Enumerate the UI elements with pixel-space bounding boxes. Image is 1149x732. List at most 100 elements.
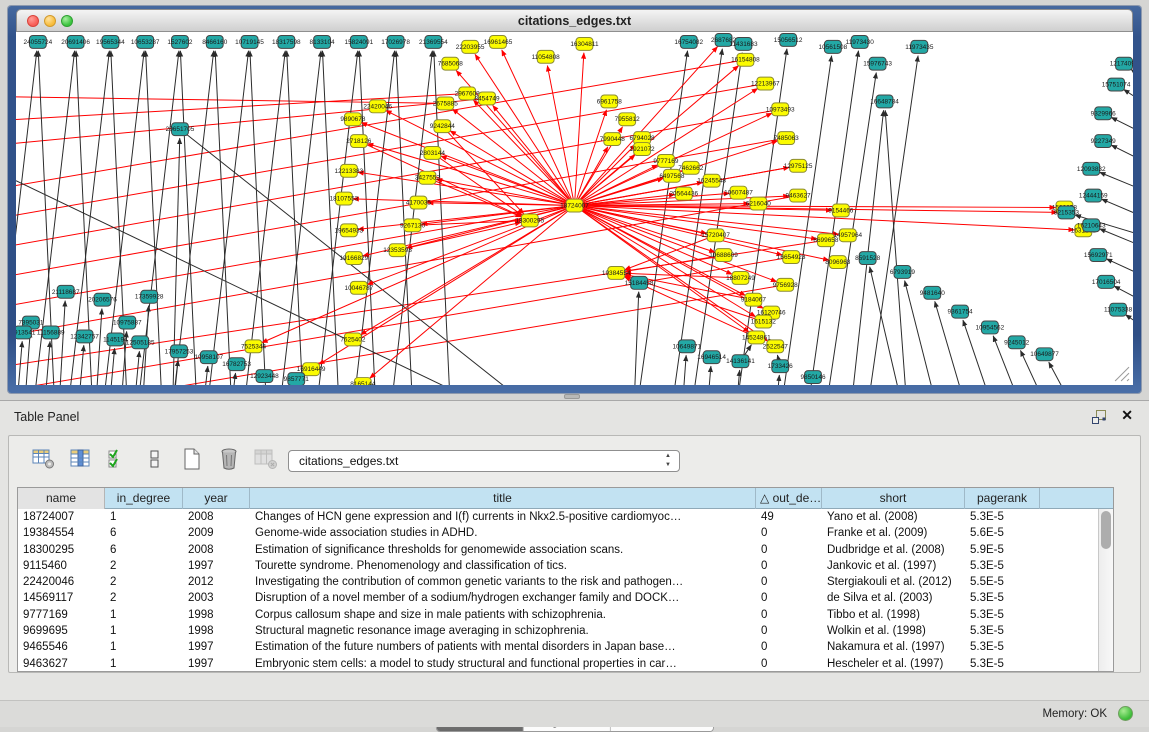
table-cell: 6	[105, 525, 183, 541]
graph-edge[interactable]	[16, 240, 826, 369]
graph-edge[interactable]	[1101, 199, 1133, 223]
table-cell: Embryonic stem cells: a model to study s…	[250, 656, 756, 672]
column-header-year[interactable]: year	[183, 488, 250, 509]
column-header-out_de[interactable]: △ out_de…	[756, 488, 822, 509]
graph-edge[interactable]	[215, 51, 232, 385]
graph-edge[interactable]	[706, 366, 711, 385]
graph-node-label: 7685068	[438, 61, 464, 68]
column-header-short[interactable]: short	[822, 488, 965, 509]
network-canvas[interactable]: 1872400722420046271812612213383181075531…	[16, 32, 1133, 385]
vertical-scrollbar[interactable]	[1098, 509, 1113, 671]
table-select-dropdown[interactable]: citations_edges.txt ▲▼	[288, 450, 680, 472]
graph-edge[interactable]	[171, 360, 178, 385]
row-height-button[interactable]	[142, 446, 168, 472]
table-cell: 5.3E-5	[965, 639, 1040, 655]
graph-edge[interactable]	[885, 110, 908, 385]
close-panel-icon[interactable]: ✕	[1121, 407, 1133, 424]
column-header-name[interactable]: name	[18, 488, 105, 509]
graph-edge[interactable]	[1124, 89, 1133, 112]
table-panel: Table Panel ✕	[0, 400, 1149, 700]
graph-edge[interactable]	[16, 285, 785, 385]
graph-edge[interactable]	[146, 51, 163, 385]
table-settings-button[interactable]	[31, 446, 57, 472]
table-cell: Stergiakouli et al. (2012)	[822, 574, 965, 590]
scrollbar-thumb[interactable]	[1101, 511, 1111, 549]
table-row[interactable]: 977716911998Corpus callosum shape and si…	[18, 607, 1113, 623]
graph-edge[interactable]	[575, 47, 718, 206]
graph-edge[interactable]	[633, 292, 639, 385]
panel-splitter-handle[interactable]	[564, 394, 580, 399]
graph-edge[interactable]	[1049, 362, 1085, 385]
table-row[interactable]: 946362711997Embryonic stem cells: a mode…	[18, 656, 1113, 672]
table-cell: Disruption of a novel member of a sodium…	[250, 590, 756, 606]
graph-edge[interactable]	[23, 331, 30, 385]
graph-edge[interactable]	[361, 123, 574, 206]
citation-graph[interactable]: 1872400722420046271812612213383181075531…	[16, 32, 1133, 385]
graph-node-label: 9227349	[1091, 138, 1117, 145]
network-titlebar[interactable]: citations_edges.txt	[16, 9, 1133, 32]
graph-node-label: 17957253	[165, 348, 194, 355]
table-cell: Hescheler et al. (1997)	[822, 656, 965, 672]
graph-node-label: 6794028	[630, 135, 656, 142]
graph-node-label: 9777169	[653, 158, 679, 165]
graph-edge[interactable]	[43, 341, 50, 385]
table-cell: 0	[756, 607, 822, 623]
graph-node-label: 16304811	[570, 41, 599, 48]
graph-node-label: 18107553	[330, 196, 359, 203]
graph-node-label: 20691406	[61, 39, 90, 46]
graph-edge[interactable]	[135, 51, 179, 385]
graph-node-label: 2718126	[346, 138, 372, 145]
memory-ok-icon[interactable]	[1118, 706, 1133, 721]
graph-node-label: 10958107	[194, 354, 223, 361]
graph-node-label: 10046787	[345, 285, 374, 292]
table-row[interactable]: 1872400712008Changes of HCN gene express…	[18, 509, 1113, 525]
graph-node-label: 10649871	[672, 343, 701, 350]
table-row[interactable]: 1938455462009Genome-wide association stu…	[18, 525, 1113, 541]
graph-edge[interactable]	[16, 341, 22, 385]
table-row[interactable]: 969969511998Structural magnetic resonanc…	[18, 623, 1113, 639]
graph-edge[interactable]	[1131, 69, 1133, 91]
graph-edge[interactable]	[575, 206, 716, 253]
graph-edge[interactable]	[16, 181, 533, 385]
graph-edge[interactable]	[396, 51, 413, 385]
show-column-button[interactable]	[68, 446, 94, 472]
new-table-button[interactable]	[179, 446, 205, 472]
graph-node-label: 7990448	[600, 136, 626, 143]
float-panel-icon[interactable]	[1091, 409, 1107, 425]
select-columns-button[interactable]	[105, 446, 131, 472]
table-cell: Genome-wide association studies in ADHD.	[250, 525, 756, 541]
table-cell: 5.3E-5	[965, 623, 1040, 639]
delete-rows-button[interactable]	[216, 446, 242, 472]
graph-edge[interactable]	[107, 348, 114, 385]
graph-edge[interactable]	[870, 267, 908, 385]
graph-edge[interactable]	[1125, 315, 1133, 338]
table-cell: 2	[105, 558, 183, 574]
table-row[interactable]: 2242004622012Investigating the contribut…	[18, 574, 1113, 590]
graph-edge[interactable]	[681, 355, 686, 385]
graph-node-label: 19565344	[96, 39, 125, 46]
graph-edge[interactable]	[774, 375, 779, 385]
table-row[interactable]: 1456911722003Disruption of a novel membe…	[18, 590, 1113, 606]
graph-edge[interactable]	[849, 110, 884, 385]
graph-edge[interactable]	[734, 370, 739, 385]
column-header-title[interactable]: title	[250, 488, 756, 509]
graph-edge[interactable]	[58, 301, 65, 385]
table-select-value: citations_edges.txt	[299, 454, 398, 468]
table-row[interactable]: 1830029562008Estimation of significance …	[18, 542, 1113, 558]
canvas-resize-grip[interactable]	[1115, 367, 1129, 381]
graph-node-label: 8454749	[475, 95, 501, 102]
graph-node-label: 6793919	[890, 269, 916, 276]
graph-edge[interactable]	[77, 345, 84, 385]
column-header-pagerank[interactable]: pagerank	[965, 488, 1040, 509]
table-row[interactable]: 911546021997Tourette syndrome. Phenomeno…	[18, 558, 1113, 574]
graph-edge[interactable]	[432, 153, 522, 215]
table-row[interactable]: 946554611997Estimation of the future num…	[18, 639, 1113, 655]
column-header-in_degree[interactable]: in_degree	[105, 488, 183, 509]
graph-edge[interactable]	[180, 51, 197, 385]
delete-table-button[interactable]	[253, 446, 279, 472]
graph-edge[interactable]	[1111, 145, 1133, 169]
graph-node-label: 11431683	[729, 41, 758, 48]
graph-node-label: 16754082	[674, 39, 703, 46]
graph-edge[interactable]	[389, 51, 433, 385]
graph-node-label: 14957964	[833, 232, 862, 239]
